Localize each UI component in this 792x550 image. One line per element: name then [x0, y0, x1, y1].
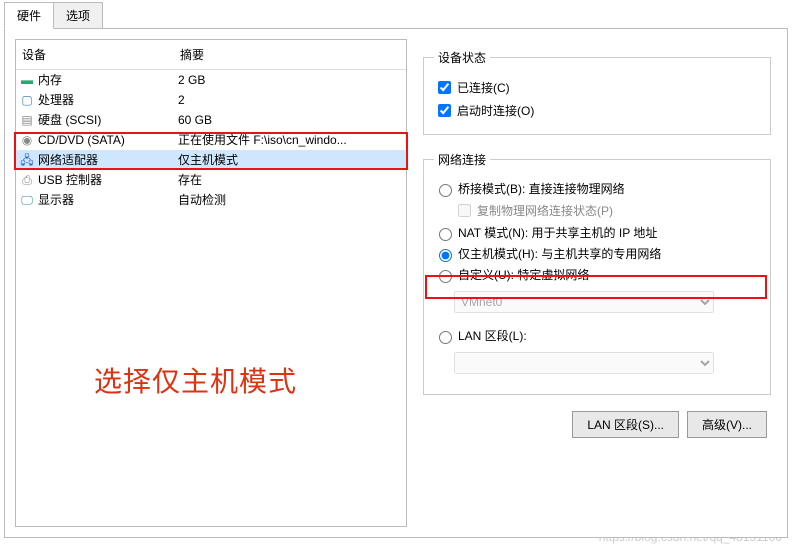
- radio-custom-label: 自定义(U): 特定虚拟网络: [458, 266, 589, 283]
- combo-lan-segment: [454, 352, 714, 374]
- device-row[interactable]: ▤硬盘 (SCSI)60 GB: [16, 110, 406, 130]
- monitor-icon: 🖵: [18, 192, 36, 208]
- usb-icon: ⎙: [18, 172, 36, 188]
- device-list-pane: 设备 摘要 ▬内存2 GB▢处理器2▤硬盘 (SCSI)60 GB◉CD/DVD…: [15, 39, 407, 527]
- radio-nat-input[interactable]: [439, 228, 452, 241]
- checkbox-connected-input[interactable]: [438, 81, 451, 94]
- checkbox-connected-label: 已连接(C): [457, 79, 510, 96]
- device-name: 处理器: [38, 91, 178, 109]
- device-config-pane: 设备状态 已连接(C) 启动时连接(O) 网络连接 桥接模式(B): 直接连接物…: [407, 39, 777, 527]
- memory-icon: ▬: [18, 72, 36, 88]
- device-summary: 2: [178, 91, 404, 109]
- radio-bridged-label: 桥接模式(B): 直接连接物理网络: [458, 180, 625, 197]
- disk-icon: ▤: [18, 112, 36, 128]
- checkbox-replicate-state-label: 复制物理网络连接状态(P): [477, 202, 613, 219]
- device-row[interactable]: ⎙USB 控制器存在: [16, 170, 406, 190]
- checkbox-replicate-state-input: [458, 204, 471, 217]
- checkbox-replicate-state: 复制物理网络连接状态(P): [454, 201, 760, 220]
- button-lan-segments[interactable]: LAN 区段(S)...: [572, 411, 679, 438]
- device-status-group: 设备状态 已连接(C) 启动时连接(O): [423, 49, 771, 135]
- combo-vmnet: VMnet0: [454, 291, 714, 313]
- device-row[interactable]: 🖵显示器自动检测: [16, 190, 406, 210]
- device-summary: 正在使用文件 F:\iso\cn_windo...: [178, 131, 404, 149]
- settings-panel: 设备 摘要 ▬内存2 GB▢处理器2▤硬盘 (SCSI)60 GB◉CD/DVD…: [4, 28, 788, 538]
- col-header-device[interactable]: 设备: [18, 46, 180, 63]
- tab-hardware[interactable]: 硬件: [4, 2, 54, 29]
- device-name: 显示器: [38, 191, 178, 209]
- radio-lan-segment-label: LAN 区段(L):: [458, 327, 527, 344]
- col-header-summary[interactable]: 摘要: [180, 46, 402, 63]
- radio-nat[interactable]: NAT 模式(N): 用于共享主机的 IP 地址: [434, 224, 760, 241]
- device-list-header: 设备 摘要: [16, 40, 406, 70]
- device-row[interactable]: ▢处理器2: [16, 90, 406, 110]
- radio-host-only-label: 仅主机模式(H): 与主机共享的专用网络: [458, 245, 661, 262]
- annotation-text: 选择仅主机模式: [94, 360, 297, 400]
- checkbox-connect-at-start-label: 启动时连接(O): [457, 102, 534, 119]
- network-icon: 🖧: [18, 152, 36, 168]
- tab-options[interactable]: 选项: [53, 2, 103, 29]
- radio-bridged[interactable]: 桥接模式(B): 直接连接物理网络: [434, 180, 760, 197]
- device-row[interactable]: 🖧网络适配器仅主机模式: [16, 150, 406, 170]
- radio-nat-label: NAT 模式(N): 用于共享主机的 IP 地址: [458, 224, 657, 241]
- device-summary: 60 GB: [178, 111, 404, 129]
- network-connection-legend: 网络连接: [434, 151, 490, 168]
- device-name: USB 控制器: [38, 171, 178, 189]
- checkbox-connect-at-start-input[interactable]: [438, 104, 451, 117]
- device-status-legend: 设备状态: [434, 49, 490, 66]
- checkbox-connect-at-start[interactable]: 启动时连接(O): [434, 101, 760, 120]
- device-row[interactable]: ▬内存2 GB: [16, 70, 406, 90]
- radio-lan-segment[interactable]: LAN 区段(L):: [434, 327, 760, 344]
- radio-host-only-input[interactable]: [439, 249, 452, 262]
- device-name: 内存: [38, 71, 178, 89]
- radio-lan-segment-input[interactable]: [439, 331, 452, 344]
- checkbox-connected[interactable]: 已连接(C): [434, 78, 760, 97]
- device-summary: 存在: [178, 171, 404, 189]
- cpu-icon: ▢: [18, 92, 36, 108]
- cd-icon: ◉: [18, 132, 36, 148]
- radio-custom[interactable]: 自定义(U): 特定虚拟网络: [434, 266, 760, 283]
- device-summary: 2 GB: [178, 71, 404, 89]
- device-name: 硬盘 (SCSI): [38, 111, 178, 129]
- button-row: LAN 区段(S)... 高级(V)...: [421, 411, 773, 438]
- tab-bar: 硬件 选项: [0, 0, 792, 29]
- radio-custom-input[interactable]: [439, 270, 452, 283]
- device-row[interactable]: ◉CD/DVD (SATA)正在使用文件 F:\iso\cn_windo...: [16, 130, 406, 150]
- device-summary: 自动检测: [178, 191, 404, 209]
- radio-bridged-input[interactable]: [439, 184, 452, 197]
- network-connection-group: 网络连接 桥接模式(B): 直接连接物理网络 复制物理网络连接状态(P) NAT…: [423, 151, 771, 395]
- device-summary: 仅主机模式: [178, 151, 404, 169]
- device-name: CD/DVD (SATA): [38, 131, 178, 149]
- radio-host-only[interactable]: 仅主机模式(H): 与主机共享的专用网络: [434, 245, 760, 262]
- button-advanced[interactable]: 高级(V)...: [687, 411, 767, 438]
- device-name: 网络适配器: [38, 151, 178, 169]
- device-list: ▬内存2 GB▢处理器2▤硬盘 (SCSI)60 GB◉CD/DVD (SATA…: [16, 70, 406, 210]
